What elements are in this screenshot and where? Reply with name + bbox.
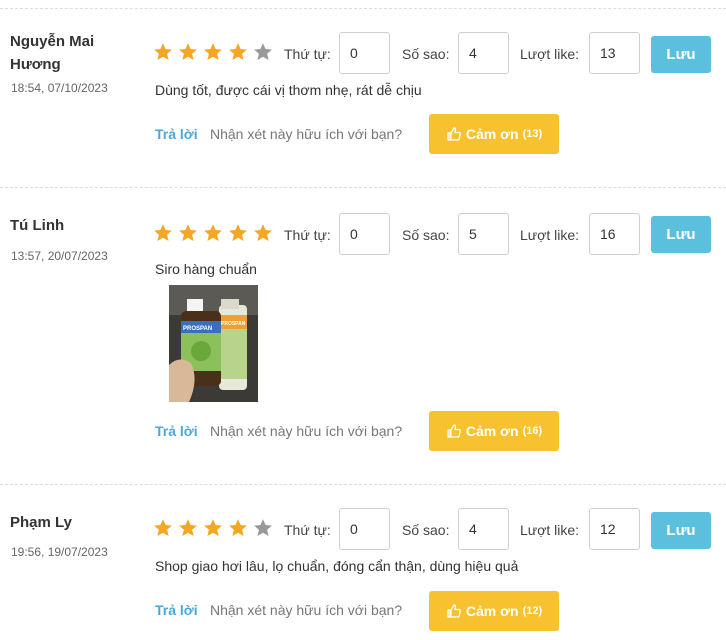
- thanks-label: Cảm ơn: [465, 126, 519, 142]
- thanks-label: Cảm ơn: [465, 423, 519, 439]
- thanks-label: Cảm ơn: [465, 603, 519, 619]
- save-button[interactable]: Lưu: [651, 216, 711, 253]
- order-input[interactable]: [339, 213, 390, 255]
- review-photo[interactable]: PROSPAN PROSPAN: [169, 285, 258, 402]
- star-filled-icon: [229, 43, 247, 60]
- review-author: Nguyễn Mai Hương: [10, 33, 95, 73]
- review-content: Dùng tốt, được cái vị thơm nhẹ, rát dễ c…: [155, 82, 422, 98]
- stars-input[interactable]: [458, 508, 509, 550]
- likes-input[interactable]: [589, 508, 640, 550]
- helpful-question: Nhận xét này hữu ích với bạn?: [210, 423, 403, 439]
- review-divider: [0, 187, 726, 188]
- star-filled-icon: [179, 224, 197, 241]
- likes-input[interactable]: [589, 213, 640, 255]
- thumbs-up-icon: [447, 424, 461, 438]
- likes-input[interactable]: [589, 32, 640, 74]
- review-content: Shop giao hơi lâu, lọ chuẩn, đóng cẩn th…: [155, 558, 519, 574]
- bottle-label-back: PROSPAN: [221, 321, 246, 327]
- reply-link[interactable]: Trả lời: [155, 126, 198, 142]
- likes-label: Lượt like:: [520, 522, 580, 538]
- thanks-count: (13): [522, 128, 543, 140]
- save-button[interactable]: Lưu: [651, 512, 711, 549]
- order-input[interactable]: [339, 508, 390, 550]
- star-filled-icon: [229, 519, 247, 536]
- thanks-button[interactable]: Cảm ơn (16): [429, 411, 559, 451]
- rating-stars: [153, 223, 273, 243]
- reply-link[interactable]: Trả lời: [155, 602, 198, 618]
- save-button[interactable]: Lưu: [651, 36, 711, 73]
- rating-stars: [153, 42, 273, 62]
- reply-link[interactable]: Trả lời: [155, 423, 198, 439]
- helpful-question: Nhận xét này hữu ích với bạn?: [210, 602, 403, 618]
- review-content: Siro hàng chuẩn: [155, 261, 257, 277]
- bottle-label-front: PROSPAN: [183, 326, 212, 332]
- rating-stars: [153, 518, 273, 538]
- star-filled-icon: [229, 224, 247, 241]
- star-filled-icon: [254, 224, 272, 241]
- likes-label: Lượt like:: [520, 227, 580, 243]
- review-photo-image: PROSPAN PROSPAN: [169, 285, 258, 402]
- star-filled-icon: [154, 519, 172, 536]
- likes-label: Lượt like:: [520, 46, 580, 62]
- stars-label: Số sao:: [402, 227, 450, 243]
- review-divider: [0, 484, 726, 485]
- thanks-count: (16): [522, 425, 543, 437]
- thanks-button[interactable]: Cảm ơn (13): [429, 114, 559, 154]
- star-filled-icon: [154, 43, 172, 60]
- order-label: Thứ tự:: [284, 522, 331, 538]
- review-divider: [0, 8, 726, 9]
- star-filled-icon: [179, 519, 197, 536]
- thanks-count: (12): [522, 605, 543, 617]
- star-filled-icon: [204, 519, 222, 536]
- thanks-button[interactable]: Cảm ơn (12): [429, 591, 559, 631]
- order-label: Thứ tự:: [284, 46, 331, 62]
- review-author: Phạm Ly: [10, 514, 72, 531]
- star-empty-icon: [254, 519, 272, 536]
- helpful-question: Nhận xét này hữu ích với bạn?: [210, 126, 403, 142]
- review-date: 18:54, 07/10/2023: [11, 81, 108, 95]
- star-filled-icon: [204, 43, 222, 60]
- order-label: Thứ tự:: [284, 227, 331, 243]
- stars-input[interactable]: [458, 32, 509, 74]
- stars-input[interactable]: [458, 213, 509, 255]
- review-date: 19:56, 19/07/2023: [11, 545, 108, 559]
- stars-label: Số sao:: [402, 46, 450, 62]
- order-input[interactable]: [339, 32, 390, 74]
- stars-label: Số sao:: [402, 522, 450, 538]
- review-author: Tú Linh: [10, 217, 65, 234]
- star-filled-icon: [179, 43, 197, 60]
- review-date: 13:57, 20/07/2023: [11, 249, 108, 263]
- thumbs-up-icon: [447, 604, 461, 618]
- star-filled-icon: [154, 224, 172, 241]
- star-empty-icon: [254, 43, 272, 60]
- thumbs-up-icon: [447, 127, 461, 141]
- star-filled-icon: [204, 224, 222, 241]
